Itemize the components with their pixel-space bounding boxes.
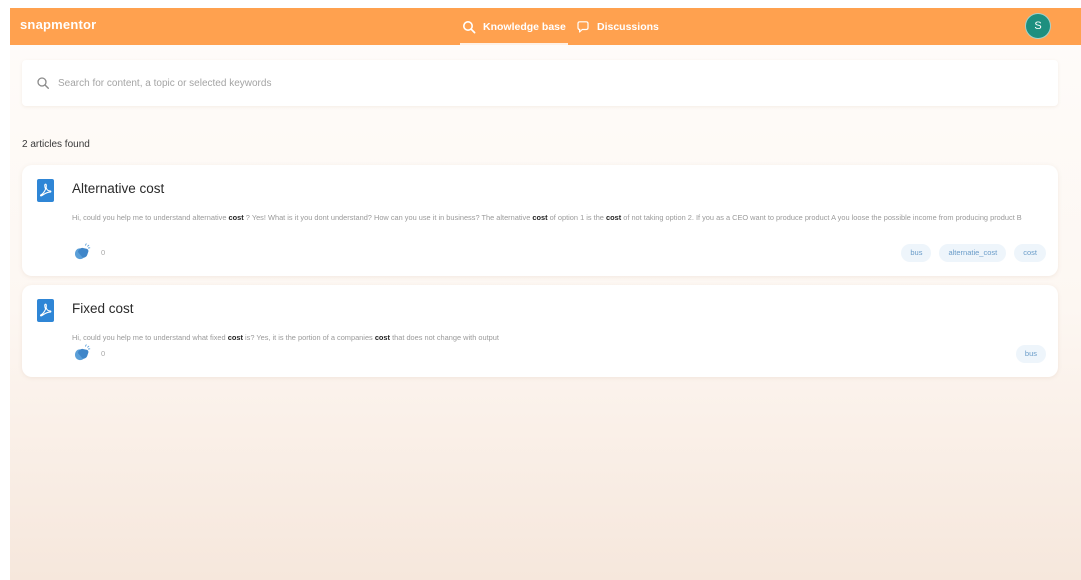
highlighted-keyword: cost (605, 213, 622, 222)
user-avatar[interactable]: S (1025, 13, 1051, 39)
excerpt-text: ? Yes! What is it you dont understand? H… (243, 213, 533, 222)
article-title[interactable]: Alternative cost (72, 181, 164, 196)
nav-knowledge-base-label: Knowledge base (483, 20, 566, 33)
highlighted-keyword: cost (228, 213, 244, 222)
excerpt-text: of option 1 is the (547, 213, 606, 222)
article-title[interactable]: Fixed cost (72, 301, 134, 316)
nav-discussions[interactable]: Discussions (576, 8, 659, 45)
excerpt-text: of not taking option 2. If you as a CEO … (621, 213, 1022, 222)
tag-chip[interactable]: bus (1015, 345, 1046, 363)
article-card[interactable]: Alternative cost Hi, could you help me t… (22, 165, 1058, 276)
like-count: 0 (101, 247, 106, 257)
highlighted-keyword: cost (532, 213, 548, 222)
tag-chip[interactable]: alternatie_cost (939, 244, 1007, 262)
pdf-icon (37, 299, 54, 322)
tag-chip[interactable]: cost (1014, 244, 1046, 262)
pdf-icon (37, 179, 54, 202)
results-count: 2 articles found (22, 139, 90, 150)
search-icon (37, 77, 50, 90)
highlighted-keyword: cost (374, 333, 391, 342)
highlighted-keyword: cost (227, 333, 243, 342)
article-excerpt: Hi, could you help me to understand alte… (72, 209, 1047, 227)
article-card[interactable]: Fixed cost Hi, could you help me to unde… (22, 285, 1058, 377)
nav-knowledge-base[interactable]: Knowledge base (460, 8, 568, 45)
search-input[interactable] (58, 73, 1038, 93)
tag-chip[interactable]: bus (901, 244, 932, 262)
chat-bubble-icon (577, 20, 589, 33)
clapping-hands-icon (75, 243, 91, 260)
like-control[interactable]: 0 (72, 344, 105, 362)
excerpt-text: Hi, could you help me to understand alte… (72, 213, 229, 222)
nav-discussions-label: Discussions (597, 20, 659, 33)
like-count: 0 (101, 348, 106, 358)
tag-list: bus alternatie_cost cost (901, 244, 1046, 262)
app-logo[interactable]: snapmentor (20, 17, 96, 32)
search-icon (463, 20, 476, 33)
excerpt-text: that does not change with output (390, 333, 499, 342)
like-control[interactable]: 0 (72, 243, 105, 261)
search-box (22, 60, 1058, 106)
top-nav-bar: snapmentor Knowledge base Discussions S (10, 8, 1081, 45)
clapping-hands-icon (75, 344, 91, 361)
excerpt-text: Hi, could you help me to understand what… (72, 333, 228, 342)
excerpt-text: is? Yes, it is the portion of a companie… (242, 333, 375, 342)
app-frame: snapmentor Knowledge base Discussions S … (10, 8, 1081, 580)
tag-list: bus (1015, 345, 1046, 363)
article-excerpt: Hi, could you help me to understand what… (72, 329, 1047, 347)
